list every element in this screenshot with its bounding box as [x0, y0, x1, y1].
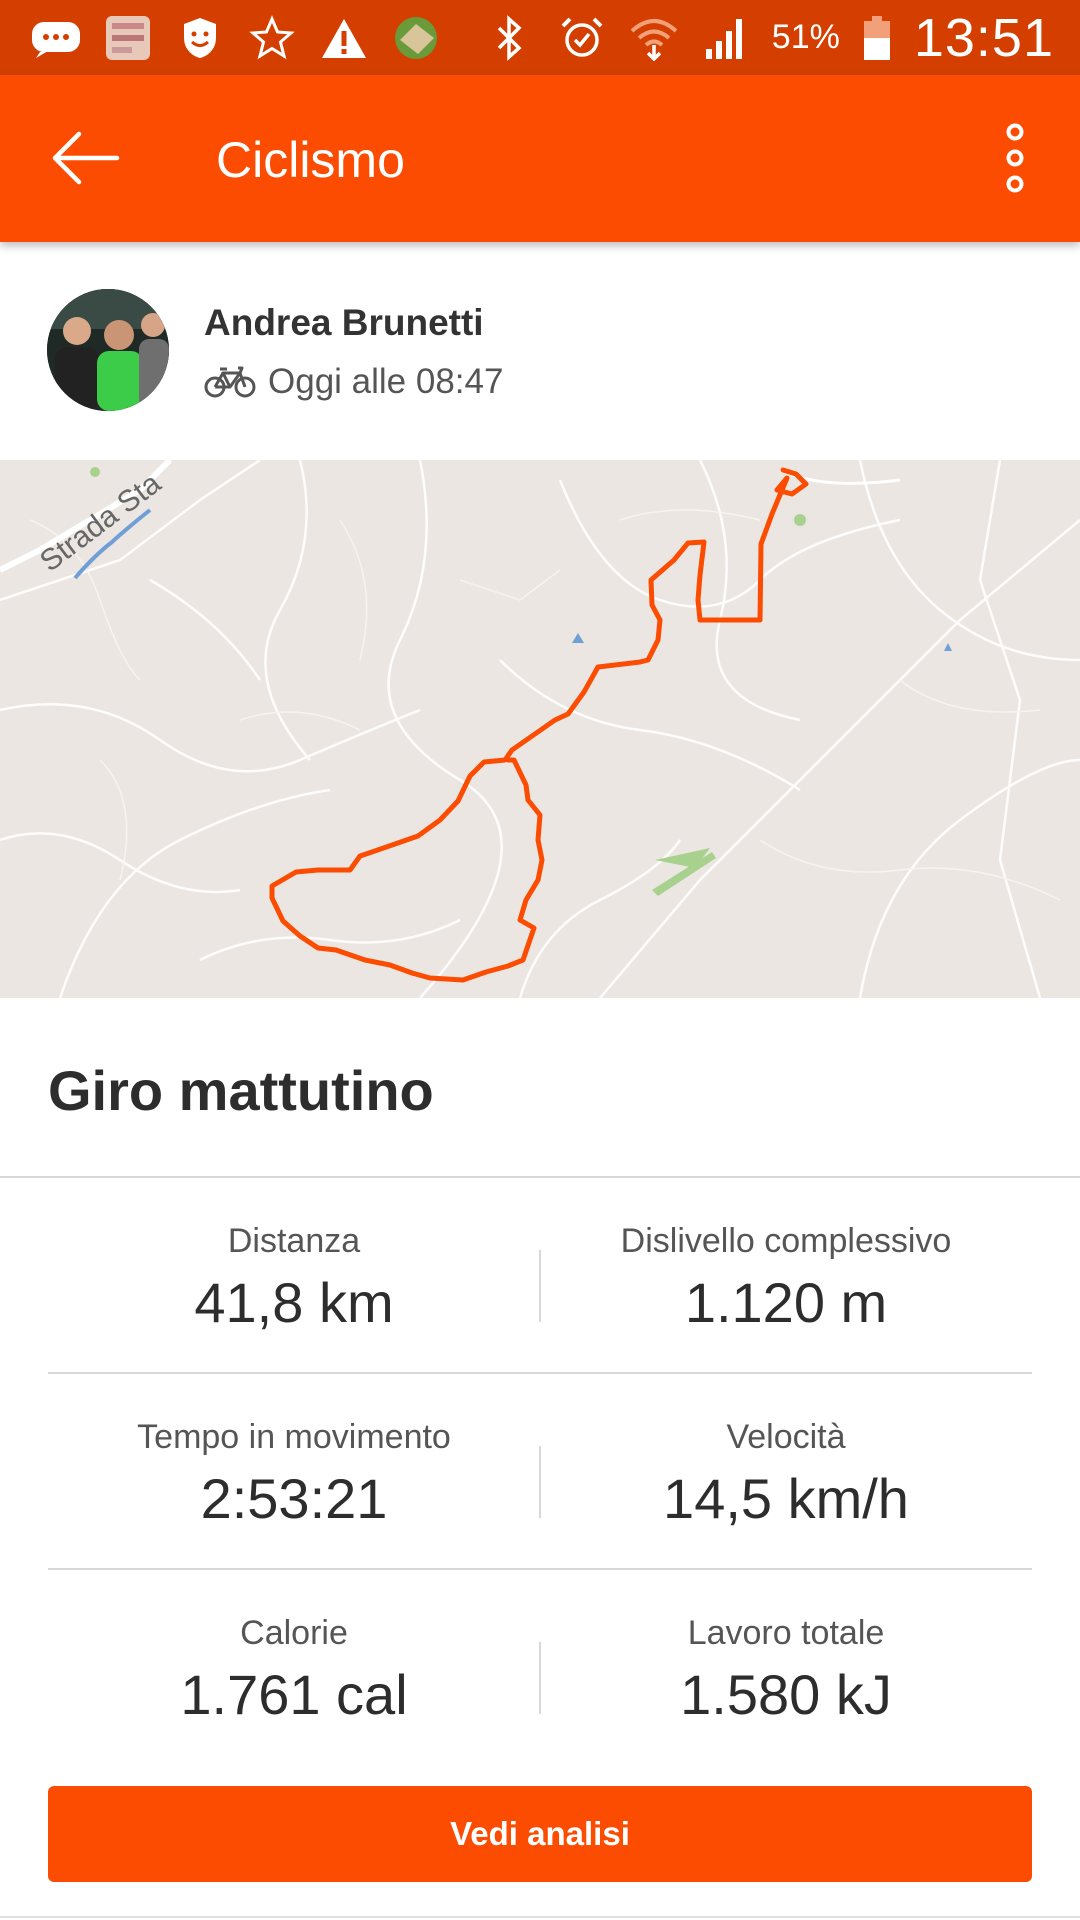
stat-label: Calorie: [240, 1614, 348, 1652]
signal-icon: [700, 12, 752, 64]
activity-date: Oggi alle 08:47: [268, 362, 504, 401]
more-vert-icon: [1006, 123, 1024, 193]
stat-calories: Calorie 1.761 cal: [48, 1570, 540, 1764]
stat-value: 14,5 km/h: [663, 1467, 909, 1530]
message-icon: [30, 12, 82, 64]
stat-row: Distanza 41,8 km Dislivello complessivo …: [48, 1178, 1032, 1374]
stat-label: Distanza: [227, 1222, 361, 1260]
warning-icon: [318, 12, 370, 64]
divider: [0, 1916, 1080, 1918]
stat-value: 41,8 km: [194, 1271, 394, 1334]
map-background: [0, 460, 1080, 998]
avatar[interactable]: [47, 289, 169, 411]
view-analysis-button[interactable]: Vedi analisi: [48, 1786, 1032, 1882]
stat-value: 1.761 cal: [180, 1663, 408, 1726]
clock: 13:51: [913, 7, 1054, 68]
stat-label: Dislivello complessivo: [620, 1222, 952, 1260]
status-bar: 51% 13:51: [0, 0, 1080, 75]
stat-moving-time: Tempo in movimento 2:53:21: [48, 1374, 540, 1568]
bicycle-icon: [204, 366, 256, 398]
page-title: Ciclismo: [216, 132, 405, 188]
route-map[interactable]: Strada Sta: [0, 460, 1080, 998]
system-icons: 51% 13:51: [484, 0, 1054, 75]
shield-smile-icon: [174, 12, 226, 64]
athlete-name[interactable]: Andrea Brunetti: [204, 302, 484, 344]
stat-value: 2:53:21: [200, 1467, 388, 1530]
battery-icon: [860, 12, 894, 64]
stat-distance: Distanza 41,8 km: [48, 1178, 540, 1372]
stats-grid: Distanza 41,8 km Dislivello complessivo …: [48, 1178, 1032, 1764]
battery-percent: 51%: [771, 18, 840, 56]
app-bar: Ciclismo: [0, 75, 1080, 242]
stat-speed: Velocità 14,5 km/h: [540, 1374, 1032, 1568]
stat-label: Velocità: [726, 1418, 846, 1456]
star-icon: [246, 12, 298, 64]
arrow-left-icon: [52, 131, 120, 185]
more-options-button[interactable]: [980, 117, 1050, 199]
bluetooth-icon: [484, 12, 536, 64]
stat-total-work: Lavoro totale 1.580 kJ: [540, 1570, 1032, 1764]
stat-row: Tempo in movimento 2:53:21 Velocità 14,5…: [48, 1374, 1032, 1570]
stat-label: Tempo in movimento: [137, 1418, 451, 1456]
alarm-icon: [556, 12, 608, 64]
notification-icons: [30, 0, 442, 75]
stat-elevation: Dislivello complessivo 1.120 m: [540, 1178, 1032, 1372]
back-button[interactable]: [40, 117, 130, 199]
activity-meta: Oggi alle 08:47: [204, 362, 503, 402]
stat-value: 1.580 kJ: [680, 1663, 892, 1726]
stat-row: Calorie 1.761 cal Lavoro totale 1.580 kJ: [48, 1570, 1032, 1764]
app-thumbnail-icon: [102, 12, 154, 64]
app-round-icon: [390, 12, 442, 64]
athlete-header[interactable]: Andrea Brunetti Oggi alle 08:47: [0, 242, 1080, 460]
stat-value: 1.120 m: [684, 1271, 888, 1334]
activity-title: Giro mattutino: [48, 1059, 434, 1122]
wifi-icon: [628, 12, 680, 64]
stat-label: Lavoro totale: [687, 1614, 885, 1652]
